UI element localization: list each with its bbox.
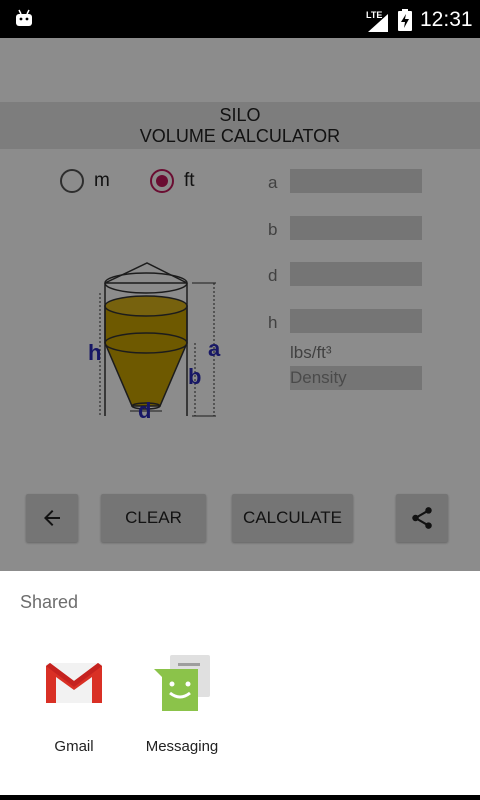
share-sheet-title: Shared — [20, 592, 79, 612]
battery-charging-icon — [398, 9, 412, 31]
share-target-gmail[interactable]: Gmail — [24, 651, 124, 755]
navigation-strip — [0, 795, 480, 800]
share-sheet: Shared Gmail Messaging — [0, 571, 480, 795]
messaging-icon — [154, 655, 210, 711]
share-target-label-gmail: Gmail — [54, 738, 94, 755]
signal-icon — [368, 14, 388, 32]
share-target-label-messaging: Messaging — [145, 738, 219, 755]
scrim-overlay[interactable] — [0, 38, 480, 571]
share-target-messaging[interactable]: Messaging — [132, 651, 232, 755]
status-bar: LTE 12:31 — [0, 0, 480, 38]
gmail-icon — [46, 663, 102, 703]
android-notification-icon — [16, 9, 32, 26]
clock: 12:31 — [420, 8, 473, 31]
